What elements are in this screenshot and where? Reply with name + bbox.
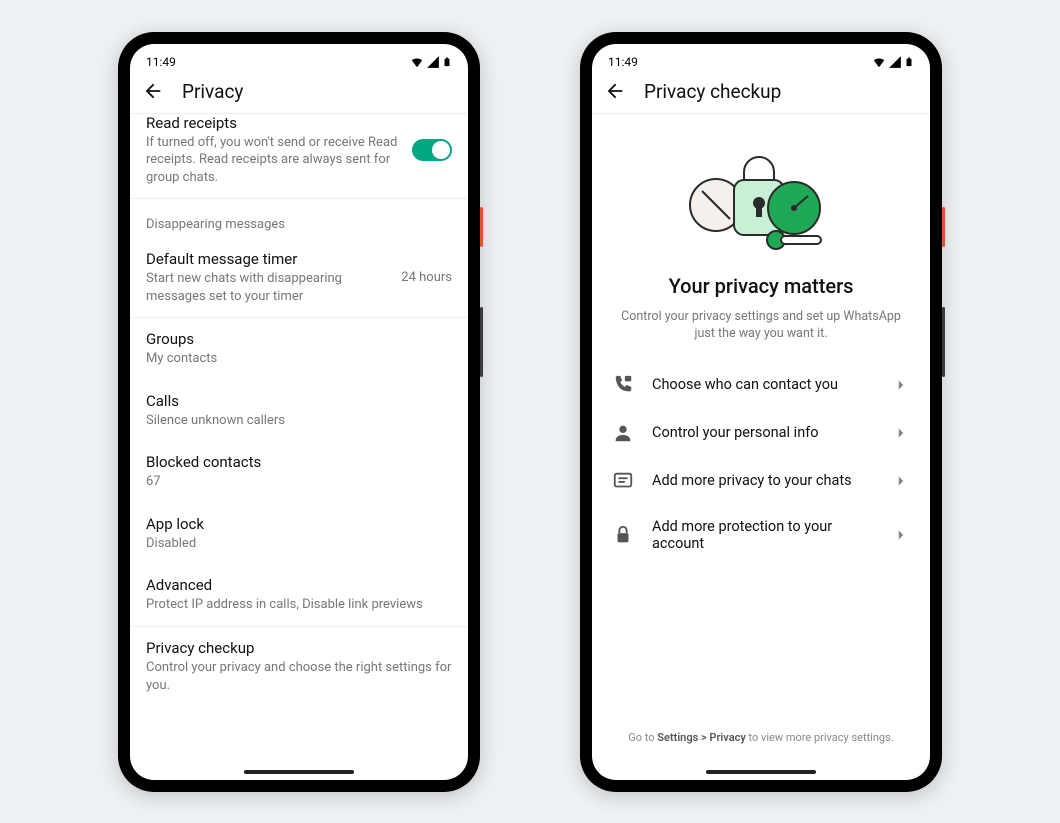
row-sub: Control your privacy and choose the righ… [146,659,452,694]
appbar: Privacy checkup [592,72,930,114]
chevron-right-icon [892,424,910,442]
checkup-item-label: Control your personal info [652,424,874,441]
row-app-lock[interactable]: App lock Disabled [130,503,468,565]
footer-post: to view more privacy settings. [746,731,894,744]
chevron-right-icon [892,376,910,394]
footer-path: Settings > Privacy [657,731,746,744]
row-privacy-checkup[interactable]: Privacy checkup Control your privacy and… [130,627,468,706]
checkup-item-contact[interactable]: Choose who can contact you [592,361,930,409]
gesture-bar [706,770,816,774]
row-title: Privacy checkup [146,639,452,657]
volume-button [942,307,945,377]
row-default-timer[interactable]: Default message timer Start new chats wi… [130,238,468,317]
status-icons [410,55,452,69]
screen-left: 11:49 Privacy Read receipts If turned of… [130,44,468,780]
status-time: 11:49 [608,55,638,69]
checkup-item-chats-privacy[interactable]: Add more privacy to your chats [592,457,930,505]
phone-lock-icon [612,374,634,396]
checkup-content: Your privacy matters Control your privac… [592,114,930,780]
hero-title: Your privacy matters [592,274,930,298]
row-calls[interactable]: Calls Silence unknown callers [130,380,468,442]
page-title: Privacy [182,80,243,103]
privacy-illustration [592,114,930,274]
checkup-item-label: Choose who can contact you [652,376,874,393]
row-title: App lock [146,515,452,533]
volume-button [480,307,483,377]
section-header-disappearing: Disappearing messages [130,199,468,238]
status-bar: 11:49 [130,44,468,72]
checkup-item-account-protection[interactable]: Add more protection to your account [592,505,930,565]
row-sub: 67 [146,473,452,491]
row-groups[interactable]: Groups My contacts [130,318,468,380]
back-arrow-icon[interactable] [142,80,164,102]
appbar: Privacy [130,72,468,114]
phone-right-frame: 11:49 Privacy checkup [580,32,942,792]
status-bar: 11:49 [592,44,930,72]
row-value: 24 hours [401,270,452,285]
row-read-receipts[interactable]: Read receipts If turned off, you won't s… [130,114,468,199]
wifi-icon [872,55,886,69]
row-sub: Start new chats with disappearing messag… [146,270,389,305]
row-sub: If turned off, you won't send or receive… [146,134,400,187]
row-title: Default message timer [146,250,389,268]
settings-list: Read receipts If turned off, you won't s… [130,114,468,780]
checkup-item-personal-info[interactable]: Control your personal info [592,409,930,457]
gesture-bar [244,770,354,774]
footer-pre: Go to [628,731,657,744]
status-icons [872,55,914,69]
hero-subtitle: Control your privacy settings and set up… [592,298,930,361]
row-title: Blocked contacts [146,453,452,471]
person-icon [612,422,634,444]
row-sub: Silence unknown callers [146,412,452,430]
chat-icon [612,470,634,492]
checkup-item-label: Add more protection to your account [652,518,874,552]
row-title: Groups [146,330,452,348]
row-title: Advanced [146,576,452,594]
row-blocked[interactable]: Blocked contacts 67 [130,441,468,503]
row-advanced[interactable]: Advanced Protect IP address in calls, Di… [130,564,468,626]
page-title: Privacy checkup [644,80,781,103]
row-sub: My contacts [146,350,452,368]
lock-icon [612,524,634,546]
back-arrow-icon[interactable] [604,80,626,102]
footer-note: Go to Settings > Privacy to view more pr… [592,731,930,766]
wifi-icon [410,55,424,69]
row-sub: Protect IP address in calls, Disable lin… [146,596,452,614]
battery-icon [442,55,452,69]
phone-left-frame: 11:49 Privacy Read receipts If turned of… [118,32,480,792]
battery-icon [904,55,914,69]
status-time: 11:49 [146,55,176,69]
power-button [942,207,945,247]
signal-icon [888,55,902,69]
power-button [480,207,483,247]
row-title: Calls [146,392,452,410]
read-receipts-toggle[interactable] [412,139,452,161]
chevron-right-icon [892,526,910,544]
checkup-item-label: Add more privacy to your chats [652,472,874,489]
screen-right: 11:49 Privacy checkup [592,44,930,780]
row-title: Read receipts [146,114,400,132]
chevron-right-icon [892,472,910,490]
row-sub: Disabled [146,535,452,553]
signal-icon [426,55,440,69]
